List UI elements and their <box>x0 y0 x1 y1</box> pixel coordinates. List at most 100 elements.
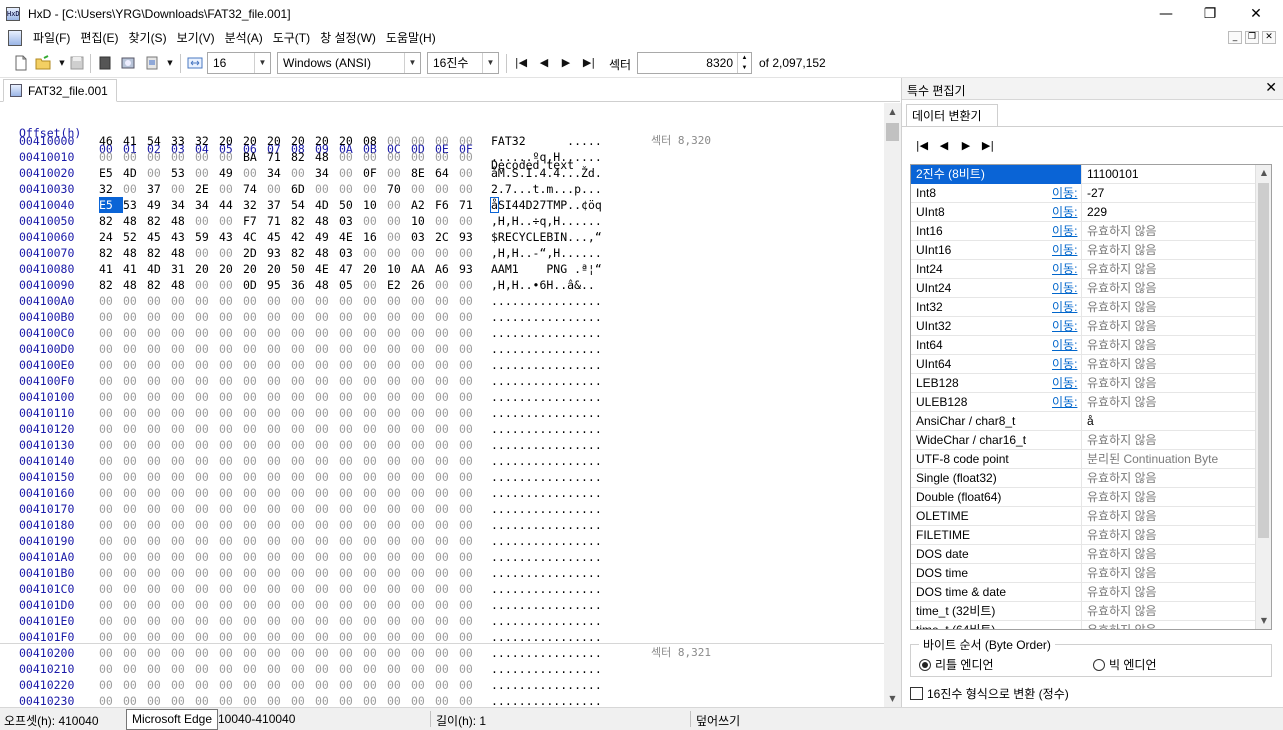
open-memory-icon[interactable] <box>144 55 160 71</box>
hex-byte[interactable]: 00 <box>267 501 291 517</box>
hex-byte[interactable]: 00 <box>411 325 435 341</box>
hex-byte[interactable]: 00 <box>171 373 195 389</box>
hex-byte[interactable]: 45 <box>147 229 171 245</box>
row-decoded-text[interactable]: ................ <box>491 357 602 373</box>
hex-byte[interactable]: 00 <box>99 389 123 405</box>
hex-byte[interactable]: 00 <box>291 421 315 437</box>
hex-byte[interactable]: 00 <box>219 181 243 197</box>
hex-byte[interactable]: 4E <box>339 229 363 245</box>
hex-byte[interactable]: 00 <box>147 341 171 357</box>
hex-byte[interactable]: 37 <box>267 197 291 213</box>
tab-data-inspector[interactable]: 데이터 변환기 <box>906 104 998 127</box>
hex-byte[interactable]: 00 <box>291 517 315 533</box>
hex-byte[interactable]: E5 <box>99 165 123 181</box>
inspector-row[interactable]: DOS time & date 유효하지 않음 <box>911 583 1255 602</box>
row-decoded-text[interactable]: ................ <box>491 389 602 405</box>
hex-byte[interactable]: 00 <box>291 405 315 421</box>
hex-byte[interactable]: 64 <box>435 165 459 181</box>
hex-byte[interactable]: 00 <box>291 437 315 453</box>
inspector-row[interactable]: UTF-8 code point 분리된 Continuation Byte <box>911 450 1255 469</box>
row-bytes[interactable]: 00 00 00 00 00 00 00 00 00 00 00 00 00 00 00 00 <box>99 613 483 629</box>
hex-byte[interactable]: 00 <box>315 309 339 325</box>
row-bytes[interactable]: 24 52 45 43 59 43 4C 45 42 49 4E 16 00 03 2C 93 <box>99 229 483 245</box>
hex-byte[interactable]: 00 <box>363 645 387 661</box>
hex-byte[interactable]: 4D <box>147 261 171 277</box>
hex-byte[interactable]: 00 <box>99 549 123 565</box>
tab-fat32-file[interactable]: FAT32_file.001 <box>3 79 117 102</box>
inspector-row[interactable]: time_t (64비트) 유효하지 않음 <box>911 621 1255 629</box>
maximize-button[interactable]: ❐ <box>1187 0 1233 27</box>
hex-byte[interactable]: 00 <box>123 661 147 677</box>
hex-byte[interactable]: 00 <box>99 501 123 517</box>
hex-byte[interactable]: 00 <box>171 181 195 197</box>
hex-byte[interactable]: 53 <box>171 165 195 181</box>
hex-byte[interactable]: 48 <box>315 213 339 229</box>
hex-byte[interactable]: 00 <box>243 549 267 565</box>
hex-byte[interactable]: 00 <box>435 405 459 421</box>
hex-byte[interactable]: 00 <box>171 405 195 421</box>
save-icon[interactable] <box>69 55 85 71</box>
hex-byte[interactable]: 00 <box>291 389 315 405</box>
hex-byte[interactable]: 00 <box>219 581 243 597</box>
hex-byte[interactable]: 00 <box>459 181 483 197</box>
hex-byte[interactable]: 00 <box>99 597 123 613</box>
hex-byte[interactable]: 20 <box>267 133 291 149</box>
hex-byte[interactable]: 00 <box>339 501 363 517</box>
inspector-row[interactable]: DOS date 유효하지 않음 <box>911 545 1255 564</box>
hex-byte[interactable]: 4E <box>315 261 339 277</box>
inspector-close-button[interactable]: ✕ <box>1265 80 1277 96</box>
hex-byte[interactable]: 00 <box>411 517 435 533</box>
hex-byte[interactable]: 00 <box>195 357 219 373</box>
hex-byte[interactable]: 00 <box>147 533 171 549</box>
hex-byte[interactable]: 00 <box>459 533 483 549</box>
hex-byte[interactable]: 00 <box>411 549 435 565</box>
hex-byte[interactable]: 00 <box>363 453 387 469</box>
hex-byte[interactable]: 00 <box>315 325 339 341</box>
hex-byte[interactable]: 00 <box>435 437 459 453</box>
hex-byte[interactable]: 00 <box>435 533 459 549</box>
row-decoded-text[interactable]: ................ <box>491 485 602 501</box>
menu-search[interactable]: 찾기(S) <box>123 28 171 48</box>
hex-byte[interactable]: 59 <box>195 229 219 245</box>
hex-byte[interactable]: 00 <box>435 341 459 357</box>
scroll-up-icon[interactable]: ▲ <box>884 103 901 120</box>
hex-byte[interactable]: 00 <box>267 357 291 373</box>
hex-byte[interactable]: 00 <box>363 517 387 533</box>
hex-byte[interactable]: 31 <box>171 261 195 277</box>
row-bytes[interactable]: E5 53 49 34 34 44 32 37 54 4D 50 10 00 A2 F6 71 <box>99 197 483 213</box>
inspector-value[interactable]: 유효하지 않음 <box>1083 374 1255 392</box>
hex-byte[interactable]: 49 <box>315 229 339 245</box>
hex-byte[interactable]: 00 <box>123 645 147 661</box>
hex-byte[interactable]: 00 <box>291 341 315 357</box>
hex-byte[interactable]: 2E <box>195 181 219 197</box>
hex-byte[interactable]: 45 <box>267 229 291 245</box>
hex-byte[interactable]: 00 <box>123 341 147 357</box>
inspector-row[interactable]: Int8 이동: -27 <box>911 184 1255 203</box>
hex-byte[interactable]: 50 <box>291 261 315 277</box>
hex-byte[interactable]: 00 <box>99 405 123 421</box>
row-decoded-text[interactable]: åSI44D27TMP..¢öq <box>490 197 602 213</box>
hex-byte[interactable]: 00 <box>291 309 315 325</box>
row-decoded-text[interactable]: åM.S.I.4.4...Žd. <box>491 165 602 181</box>
hex-byte[interactable]: 00 <box>195 389 219 405</box>
hex-byte[interactable]: 71 <box>267 149 291 165</box>
hex-byte[interactable]: 00 <box>171 389 195 405</box>
hex-byte[interactable]: 00 <box>339 293 363 309</box>
hex-byte[interactable]: 00 <box>387 357 411 373</box>
hex-byte[interactable]: 00 <box>147 389 171 405</box>
hex-byte[interactable]: 00 <box>291 357 315 373</box>
hex-byte[interactable]: 20 <box>195 261 219 277</box>
row-bytes[interactable]: E5 4D 00 53 00 49 00 34 00 34 00 0F 00 8E 64 00 <box>99 165 483 181</box>
hex-byte[interactable]: 00 <box>147 677 171 693</box>
hex-byte[interactable]: 00 <box>387 213 411 229</box>
hex-byte[interactable]: 00 <box>123 181 147 197</box>
row-decoded-text[interactable]: ................ <box>491 581 602 597</box>
hex-byte[interactable]: 8E <box>411 165 435 181</box>
hex-byte[interactable]: 00 <box>315 645 339 661</box>
hex-byte[interactable]: 00 <box>339 165 363 181</box>
hex-byte[interactable]: 00 <box>387 165 411 181</box>
hex-byte[interactable]: 00 <box>291 501 315 517</box>
hex-byte[interactable]: 00 <box>459 325 483 341</box>
row-decoded-text[interactable]: ................ <box>491 533 602 549</box>
hex-byte[interactable]: 48 <box>315 277 339 293</box>
